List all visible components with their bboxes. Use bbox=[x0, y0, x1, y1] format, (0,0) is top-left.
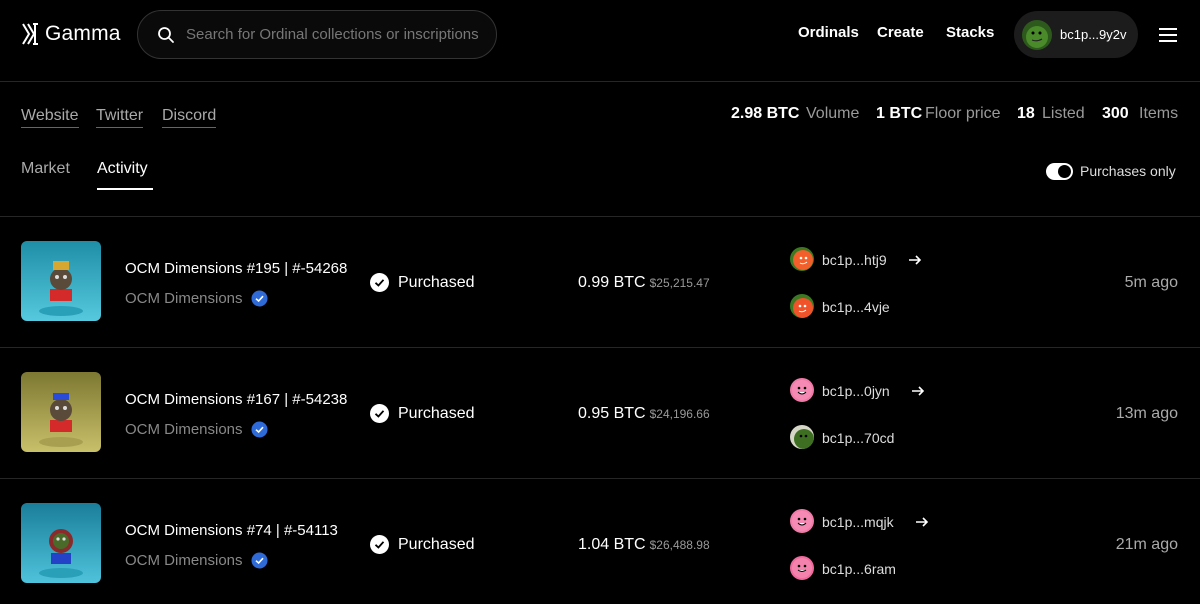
activity-time: 5m ago bbox=[1124, 274, 1178, 291]
pink-face-avatar-icon bbox=[790, 556, 814, 580]
from-avatar[interactable] bbox=[790, 378, 814, 402]
logo-text: Gamma bbox=[45, 22, 121, 45]
wallet-address: bc1p...9y2v bbox=[1060, 27, 1127, 42]
to-avatar[interactable] bbox=[790, 294, 814, 318]
price-btc: 0.99 BTC bbox=[578, 274, 646, 291]
status-label: Purchased bbox=[398, 274, 475, 291]
activity-row[interactable]: OCM Dimensions #195 | #-54268 OCM Dimens… bbox=[0, 216, 1200, 347]
price-usd: $26,488.98 bbox=[649, 538, 710, 552]
toggle-knob bbox=[1058, 165, 1071, 178]
from-address[interactable]: bc1p...0jyn bbox=[822, 383, 890, 399]
pepe-avatar-icon bbox=[1022, 20, 1052, 50]
orange-face-avatar-icon bbox=[790, 294, 814, 318]
orange-face-avatar-icon bbox=[790, 247, 814, 271]
verified-badge-icon bbox=[251, 421, 268, 438]
purchased-check-icon bbox=[370, 404, 389, 423]
stat-floor-value: 1 BTC bbox=[876, 105, 923, 122]
purchased-check-icon bbox=[370, 273, 389, 292]
tab-activity[interactable]: Activity bbox=[97, 160, 148, 178]
price-usd: $24,196.66 bbox=[649, 407, 710, 421]
price: 0.95 BTC $24,196.66 bbox=[578, 405, 710, 423]
link-discord[interactable]: Discord bbox=[162, 107, 217, 128]
stat-listed-label: Listed bbox=[1042, 105, 1085, 122]
to-avatar[interactable] bbox=[790, 425, 814, 449]
verified-badge-icon bbox=[251, 290, 268, 307]
top-header: Gamma Ordinals Create Stacks bc1p...9y2v bbox=[0, 0, 1200, 82]
gamma-logo-icon bbox=[22, 23, 38, 45]
purchases-only-toggle[interactable] bbox=[1046, 163, 1073, 180]
tab-market[interactable]: Market bbox=[21, 160, 70, 178]
stat-items-value: 300 bbox=[1102, 105, 1129, 122]
nft-image-icon bbox=[21, 372, 101, 452]
nav-ordinals[interactable]: Ordinals bbox=[798, 24, 859, 41]
nft-image-icon bbox=[21, 241, 101, 321]
collection-name[interactable]: OCM Dimensions bbox=[125, 552, 243, 569]
active-tab-indicator bbox=[97, 188, 153, 190]
activity-row[interactable]: OCM Dimensions #167 | #-54238 OCM Dimens… bbox=[0, 347, 1200, 478]
to-address[interactable]: bc1p...70cd bbox=[822, 430, 894, 446]
to-avatar[interactable] bbox=[790, 556, 814, 580]
price: 1.04 BTC $26,488.98 bbox=[578, 536, 710, 554]
pink-face-avatar-icon bbox=[790, 509, 814, 533]
from-address[interactable]: bc1p...htj9 bbox=[822, 252, 887, 268]
hamburger-menu-icon[interactable] bbox=[1158, 26, 1178, 44]
pepe-avatar-icon bbox=[790, 425, 814, 449]
nft-image-icon bbox=[21, 503, 101, 583]
from-address[interactable]: bc1p...mqjk bbox=[822, 514, 894, 530]
price-usd: $25,215.47 bbox=[649, 276, 710, 290]
from-avatar[interactable] bbox=[790, 509, 814, 533]
from-avatar[interactable] bbox=[790, 247, 814, 271]
activity-row[interactable]: OCM Dimensions #74 | #-54113 OCM Dimensi… bbox=[0, 478, 1200, 604]
wallet-button[interactable]: bc1p...9y2v bbox=[1014, 11, 1138, 58]
nft-thumbnail[interactable] bbox=[21, 372, 101, 452]
status-label: Purchased bbox=[398, 536, 475, 553]
activity-time: 13m ago bbox=[1115, 405, 1178, 422]
arrow-right-icon bbox=[916, 517, 929, 527]
to-address[interactable]: bc1p...4vje bbox=[822, 299, 890, 315]
price-btc: 1.04 BTC bbox=[578, 536, 646, 553]
stat-volume-label: Volume bbox=[806, 105, 860, 122]
arrow-right-icon bbox=[912, 386, 925, 396]
nft-thumbnail[interactable] bbox=[21, 241, 101, 321]
purchased-check-icon bbox=[370, 535, 389, 554]
purchases-only-label: Purchases only bbox=[1080, 163, 1176, 179]
to-address[interactable]: bc1p...6ram bbox=[822, 561, 896, 577]
verified-badge-icon bbox=[251, 552, 268, 569]
nft-name[interactable]: OCM Dimensions #167 | #-54238 bbox=[125, 391, 347, 408]
status-label: Purchased bbox=[398, 405, 475, 422]
search-bar[interactable] bbox=[137, 10, 497, 59]
search-icon bbox=[158, 27, 174, 43]
nft-name[interactable]: OCM Dimensions #195 | #-54268 bbox=[125, 260, 347, 277]
wallet-avatar bbox=[1022, 20, 1052, 50]
collection-name[interactable]: OCM Dimensions bbox=[125, 290, 243, 307]
collection-name[interactable]: OCM Dimensions bbox=[125, 421, 243, 438]
arrow-right-icon bbox=[909, 255, 922, 265]
gamma-logo[interactable]: Gamma bbox=[22, 22, 121, 46]
activity-time: 21m ago bbox=[1115, 536, 1178, 553]
price-btc: 0.95 BTC bbox=[578, 405, 646, 422]
link-website[interactable]: Website bbox=[21, 107, 79, 128]
nft-thumbnail[interactable] bbox=[21, 503, 101, 583]
stat-items-label: Items bbox=[1139, 105, 1179, 122]
price: 0.99 BTC $25,215.47 bbox=[578, 274, 710, 292]
nav-stacks[interactable]: Stacks bbox=[946, 24, 994, 41]
nft-name[interactable]: OCM Dimensions #74 | #-54113 bbox=[125, 522, 338, 539]
stat-floor-label: Floor price bbox=[925, 105, 1001, 122]
nav-create[interactable]: Create bbox=[877, 24, 924, 41]
search-input[interactable] bbox=[186, 11, 486, 58]
stat-volume-value: 2.98 BTC bbox=[731, 105, 800, 122]
stat-listed-value: 18 bbox=[1017, 105, 1035, 122]
link-twitter[interactable]: Twitter bbox=[96, 107, 144, 128]
pink-face-avatar-icon bbox=[790, 378, 814, 402]
